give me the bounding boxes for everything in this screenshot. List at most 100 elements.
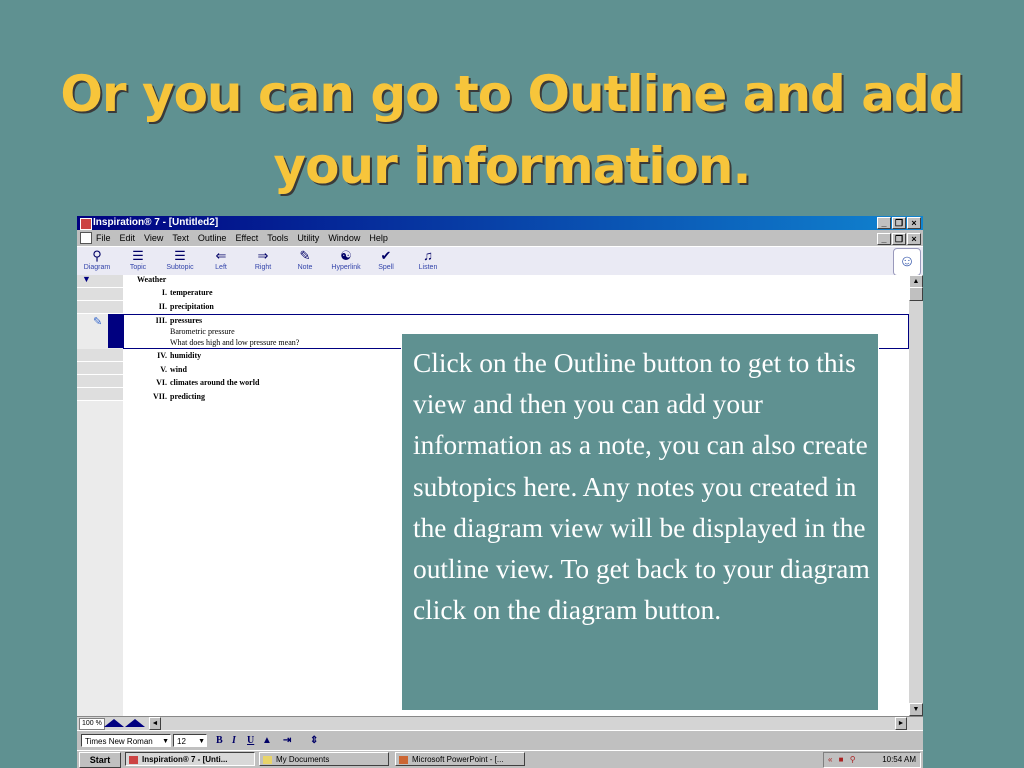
hyperlink-icon: ☯	[340, 248, 352, 263]
scroll-thumb[interactable]	[909, 287, 923, 301]
doc-minimize-button[interactable]: _	[877, 233, 891, 245]
right-button[interactable]: ⇒ Right	[243, 248, 283, 272]
spacing-icon[interactable]: ⇕	[310, 734, 318, 747]
diagram-button[interactable]: ⚲ Diagram	[77, 248, 117, 272]
task-label: My Documents	[276, 755, 330, 764]
slide-title-line-1: Or you can go to Outline and add	[60, 65, 964, 123]
outline-item[interactable]: humidity	[170, 351, 201, 361]
topic-label: Topic	[129, 264, 147, 271]
font-size-value: 12	[177, 737, 186, 746]
powerpoint-icon	[399, 756, 408, 764]
start-label: Start	[89, 755, 111, 765]
menu-help[interactable]: Help	[369, 230, 388, 246]
outline-root[interactable]: Weather	[137, 275, 166, 285]
hyperlink-button[interactable]: ☯ Hyperlink	[326, 248, 366, 272]
diagram-label: Diagram	[83, 264, 111, 271]
close-button[interactable]: ×	[907, 217, 921, 229]
note-pencil-icon[interactable]: ✎	[93, 315, 102, 328]
zoom-in-icon[interactable]	[125, 719, 145, 727]
subtopic-label: Subtopic	[166, 264, 194, 271]
spell-label: Spell	[378, 264, 394, 271]
tray-chevron-icon[interactable]: «	[828, 755, 834, 764]
slide-title: Or you can go to Outline and add your in…	[0, 58, 1024, 202]
maximize-button[interactable]: ❐	[892, 217, 906, 229]
note-button[interactable]: ✎ Note	[285, 248, 325, 272]
font-size-select[interactable]: 12 ▼	[173, 734, 207, 747]
gutter-row	[77, 388, 123, 401]
outline-num: I.	[161, 288, 167, 297]
vertical-scrollbar[interactable]: ▲ ▼	[909, 275, 923, 716]
task-powerpoint[interactable]: Microsoft PowerPoint - [...	[395, 752, 525, 766]
slide-title-line-2: your information.	[273, 137, 752, 195]
gutter-row	[77, 375, 123, 388]
callout-box: Click on the Outline button to get to th…	[401, 333, 879, 711]
gutter-row	[77, 362, 123, 375]
system-tray: « ■ ⚲ 10:54 AM	[823, 752, 921, 768]
scroll-down-button[interactable]: ▼	[909, 703, 923, 716]
outline-num: VII.	[152, 392, 167, 401]
minimize-button[interactable]: _	[877, 217, 891, 229]
topic-icon: ☰	[132, 248, 144, 263]
hyperlink-label: Hyperlink	[331, 264, 361, 271]
menu-tools[interactable]: Tools	[267, 230, 288, 246]
outline-item[interactable]: wind	[170, 365, 187, 375]
bold-button[interactable]: B	[216, 734, 223, 747]
menu-edit[interactable]: Edit	[120, 230, 136, 246]
outline-num: IV.	[157, 351, 167, 360]
indent-icon[interactable]: ⇥	[283, 734, 291, 747]
outline-item[interactable]: predicting	[170, 392, 205, 402]
right-icon: ⇒	[257, 248, 269, 263]
menu-window[interactable]: Window	[328, 230, 360, 246]
chevron-down-icon: ▼	[198, 738, 205, 745]
start-button[interactable]: Start	[79, 752, 121, 768]
listen-button[interactable]: ♫ Listen	[408, 248, 448, 272]
outline-num: V.	[160, 365, 167, 374]
menu-outline[interactable]: Outline	[198, 230, 227, 246]
outline-item[interactable]: climates around the world	[170, 378, 259, 388]
chevron-down-icon: ▼	[162, 738, 169, 745]
horizontal-bar: 100 % ◄ ►	[77, 716, 923, 730]
outline-item[interactable]: pressures	[170, 316, 202, 326]
window-titlebar[interactable]: Inspiration® 7 - [Untitled2] _ ❐ ×	[77, 216, 923, 230]
doc-restore-button[interactable]: ❐	[892, 233, 906, 245]
callout-text: Click on the Outline button to get to th…	[413, 348, 870, 626]
gutter-row	[77, 349, 123, 362]
scroll-left-button[interactable]: ◄	[149, 717, 161, 730]
task-my-documents[interactable]: My Documents	[259, 752, 389, 766]
collapse-arrow-icon[interactable]: ▼	[82, 275, 91, 284]
font-select[interactable]: Times New Roman ▼	[81, 734, 171, 747]
underline-button[interactable]: U	[247, 734, 254, 747]
spell-button[interactable]: ✔ Spell	[366, 248, 406, 272]
left-button[interactable]: ⇐ Left	[201, 248, 241, 272]
scroll-right-button[interactable]: ►	[895, 717, 907, 730]
menu-view[interactable]: View	[144, 230, 163, 246]
menu-utility[interactable]: Utility	[297, 230, 319, 246]
diagram-icon: ⚲	[92, 248, 102, 263]
task-inspiration[interactable]: Inspiration® 7 - [Unti...	[125, 752, 255, 766]
zoom-out-icon[interactable]	[104, 719, 124, 727]
taskbar: Start Inspiration® 7 - [Unti... My Docum…	[77, 750, 923, 768]
document-icon[interactable]	[80, 232, 92, 244]
task-label: Inspiration® 7 - [Unti...	[142, 755, 228, 764]
zoom-level[interactable]: 100 %	[79, 718, 105, 730]
menu-effect[interactable]: Effect	[235, 230, 258, 246]
subtopic-button[interactable]: ☰ Subtopic	[160, 248, 200, 272]
left-label: Left	[215, 264, 227, 271]
tray-icons[interactable]: « ■ ⚲	[828, 753, 858, 767]
doc-close-button[interactable]: ×	[907, 233, 921, 245]
spell-icon: ✔	[380, 248, 392, 263]
italic-button[interactable]: I	[232, 734, 236, 747]
helper-mascot-icon[interactable]: ☺	[893, 248, 921, 276]
gutter-row	[77, 301, 123, 314]
outline-item[interactable]: temperature	[170, 288, 213, 298]
outline-note[interactable]: What does high and low pressure mean?	[170, 338, 299, 348]
outline-item[interactable]: precipitation	[170, 302, 214, 312]
menu-file[interactable]: File	[96, 230, 111, 246]
topic-button[interactable]: ☰ Topic	[118, 248, 158, 272]
app-icon	[80, 218, 92, 230]
left-icon: ⇐	[215, 248, 227, 263]
outline-note[interactable]: Barometric pressure	[170, 327, 235, 337]
listen-label: Listen	[418, 264, 438, 271]
menu-text[interactable]: Text	[172, 230, 189, 246]
text-color-icon[interactable]: ▲	[262, 734, 272, 747]
